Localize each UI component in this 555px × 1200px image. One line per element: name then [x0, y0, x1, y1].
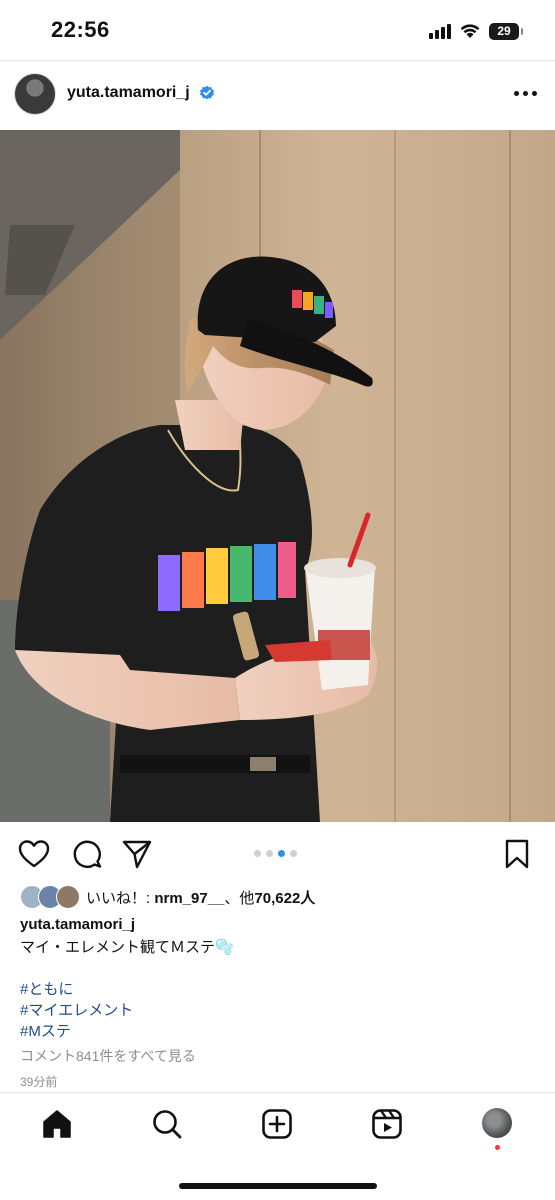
- battery-level: 29: [497, 24, 511, 38]
- hashtag-3[interactable]: #Mステ: [20, 1020, 71, 1041]
- reels-icon[interactable]: [370, 1107, 404, 1141]
- caption-text: マイ・エレメント観てＭステ🫧: [20, 939, 234, 956]
- post-timestamp: 39分前: [20, 1075, 58, 1089]
- comment-icon[interactable]: [71, 838, 103, 870]
- wifi-icon: [460, 24, 480, 38]
- likes-text: いいね！: nrm_97__、他70,622人: [86, 887, 315, 908]
- search-icon[interactable]: [150, 1107, 184, 1141]
- notification-dot: [495, 1145, 500, 1150]
- hashtag-1[interactable]: #ともに: [20, 978, 73, 999]
- heart-icon[interactable]: [18, 838, 50, 870]
- post-photo[interactable]: [0, 130, 555, 822]
- carousel-indicator: [254, 850, 297, 857]
- likes-count[interactable]: 70,622人: [254, 890, 315, 907]
- photo-illustration: [0, 130, 555, 822]
- profile-avatar[interactable]: [482, 1108, 512, 1138]
- verified-badge-icon: [200, 85, 214, 100]
- status-bar: 22:56 29: [0, 0, 555, 60]
- liker-avatar: [56, 885, 80, 909]
- home-indicator[interactable]: [179, 1183, 377, 1189]
- user-avatar[interactable]: [14, 73, 56, 115]
- status-time: 22:56: [51, 17, 110, 42]
- send-icon[interactable]: [121, 838, 153, 870]
- carousel-dot: [254, 850, 261, 857]
- bookmark-icon[interactable]: [501, 838, 533, 870]
- view-all-comments-link[interactable]: コメント841件をすべて見る: [20, 1046, 196, 1066]
- liker-username[interactable]: nrm_97__: [154, 890, 224, 907]
- divider: [0, 60, 555, 61]
- create-post-icon[interactable]: [260, 1107, 294, 1141]
- more-options-icon[interactable]: [514, 91, 537, 96]
- likes-middle: 、他: [224, 889, 255, 907]
- post-header: yuta.tamamori_j: [0, 68, 555, 120]
- battery-icon: 29: [489, 22, 523, 40]
- liker-avatars: [20, 885, 82, 909]
- post-actions: [0, 834, 555, 874]
- carousel-dot-active: [278, 850, 285, 857]
- likes-row[interactable]: いいね！: nrm_97__、他70,622人: [20, 884, 315, 910]
- post-username[interactable]: yuta.tamamori_j: [67, 84, 190, 102]
- carousel-dot: [266, 850, 273, 857]
- caption-username[interactable]: yuta.tamamori_j: [20, 916, 135, 933]
- cellular-signal-icon: [429, 23, 451, 39]
- home-icon[interactable]: [40, 1107, 74, 1141]
- likes-prefix: いいね！:: [86, 889, 155, 907]
- hashtag-2[interactable]: #マイエレメント: [20, 999, 133, 1020]
- status-icons: 29: [429, 20, 523, 42]
- carousel-dot: [290, 850, 297, 857]
